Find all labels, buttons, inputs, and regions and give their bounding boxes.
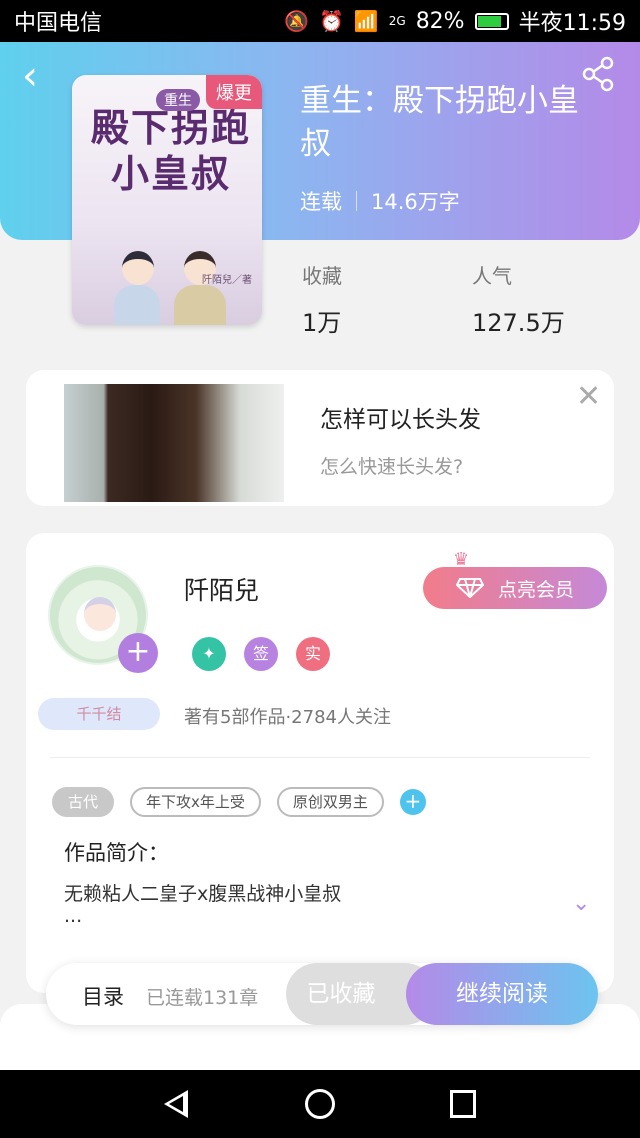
author-label-badge: 千千结: [38, 698, 160, 730]
nav-home-icon[interactable]: [305, 1089, 335, 1119]
stat-label: 收藏: [302, 264, 342, 288]
network-label: 2G: [388, 14, 406, 28]
ad-card[interactable]: 怎样可以长头发 怎么快速长头发? ✕: [26, 370, 614, 506]
book-title: 重生：殿下拐跑小皇叔: [300, 83, 579, 162]
intro-ellipsis: ...: [64, 905, 83, 927]
book-status: 连载: [300, 190, 342, 214]
catalog-button[interactable]: 目录: [82, 981, 124, 1011]
stat-favorites: 收藏 1万: [302, 260, 342, 338]
signed-badge: 签: [244, 637, 278, 671]
stat-value: 1万: [302, 309, 342, 337]
tag-list: 古代 年下攻x年上受 原创双男主 +: [52, 787, 426, 817]
book-cover[interactable]: 殿下拐跑小皇叔 阡陌兒／著 爆更 重生: [72, 75, 262, 325]
stat-label: 人气: [472, 264, 512, 288]
follow-plus-icon[interactable]: +: [118, 633, 158, 673]
meta-divider: [356, 191, 357, 211]
avatar-face: [84, 597, 116, 631]
carrier-label: 中国电信: [14, 11, 103, 36]
cover-author: 阡陌兒／著: [202, 275, 252, 286]
intro-text: 无赖粘人二皇子x腹黑战神小皇叔: [64, 883, 342, 905]
ad-subtitle: 怎么快速长头发?: [320, 456, 464, 478]
cover-figure-head: [122, 251, 154, 285]
verified-badge: 实: [296, 637, 330, 671]
stat-value: 127.5万: [472, 309, 565, 337]
cover-badge: 爆更: [206, 75, 262, 109]
add-tag-plus-icon[interactable]: +: [399, 789, 426, 815]
cover-figure-body: [114, 285, 160, 325]
action-bar: 目录 已连载131章 已收藏 继续阅读: [46, 963, 598, 1025]
nav-back-icon-inner: [169, 1096, 183, 1112]
back-arrow-icon[interactable]: ‹: [22, 56, 38, 96]
nav-recent-icon[interactable]: [450, 1090, 476, 1118]
battery-percent: 82%: [415, 8, 465, 34]
wifi-icon: 📶: [353, 9, 379, 33]
chapter-count: 已连载131章: [146, 987, 259, 1009]
book-word-count: 14.6万字: [371, 190, 460, 214]
vip-button[interactable]: 点亮会员: [423, 567, 607, 609]
battery-fill: [477, 15, 501, 27]
author-name: 阡陌兒: [184, 576, 260, 605]
author-badges: ✦ 签 实: [192, 637, 330, 671]
close-icon[interactable]: ✕: [576, 382, 601, 412]
diamond-icon: [455, 578, 484, 598]
system-nav-bar: [0, 1070, 640, 1138]
book-meta: 连载 14.6万字: [300, 186, 460, 216]
tag-item[interactable]: 古代: [52, 787, 115, 817]
collected-label: 已收藏: [306, 981, 376, 1007]
tag-item[interactable]: 年下攻x年上受: [130, 787, 261, 817]
continue-reading-button[interactable]: 继续阅读: [406, 963, 598, 1025]
ad-image: [64, 384, 284, 502]
divider: [50, 757, 590, 758]
mute-icon: 🔕: [284, 9, 309, 33]
battery-icon: [474, 12, 509, 30]
author-card: + 千千结 阡陌兒 ♛ 点亮会员 ✦ 签 实 著有5部作品·2784人关注 古代…: [26, 533, 614, 993]
intro-label: 作品简介：: [64, 841, 169, 865]
author-works: 著有5部作品·2784人关注: [184, 707, 391, 728]
chevron-down-icon[interactable]: ⌄: [572, 891, 590, 916]
cover-small-label: 重生: [156, 89, 200, 111]
alarm-icon: ⏰: [318, 9, 344, 33]
status-bar: 中国电信 🔕 ⏰ 📶 2G 82% 半夜11:59: [0, 0, 640, 42]
cover-title: 殿下拐跑小皇叔: [90, 105, 251, 196]
clock: 半夜11:59: [518, 11, 626, 36]
tag-item[interactable]: 原创双男主: [276, 787, 384, 817]
vip-label: 点亮会员: [497, 578, 574, 601]
stat-popularity: 人气 127.5万: [472, 260, 565, 338]
ad-title: 怎样可以长头发: [320, 407, 481, 433]
honor-badge-icon: ✦: [192, 637, 226, 671]
cover-figure-body: [174, 285, 226, 325]
